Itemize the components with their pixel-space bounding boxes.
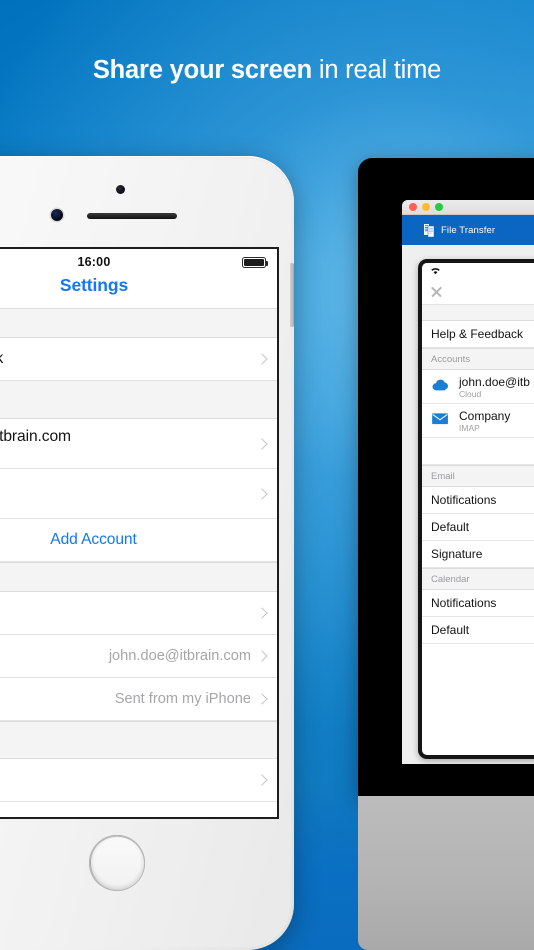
mirror-item-email-default[interactable]: Default: [422, 514, 534, 541]
mirror-account-type: Cloud: [459, 388, 482, 399]
section-header-accounts: nts: [0, 381, 277, 419]
account-type: Cloud: [0, 447, 71, 460]
zoom-window-button[interactable]: [435, 203, 443, 211]
chevron-right-icon: [256, 353, 268, 365]
mirror-account-name: Company: [459, 408, 511, 423]
page-title: Share your screen in real time: [0, 56, 534, 85]
mirrored-phone-screen: S Help & Feedback Accounts: [418, 259, 534, 759]
list-item-calendar-default[interactable]: ult: [0, 802, 277, 819]
iphone-screen: 16:00 Settings & Feedback nts john.doe@i…: [0, 247, 279, 819]
chevron-right-icon: [256, 607, 268, 619]
window-title: File Transfer: [441, 224, 496, 236]
proximity-sensor-icon: [51, 209, 63, 221]
chevron-right-icon: [256, 650, 268, 662]
account-email: john.doe@itbrain.com: [0, 427, 71, 445]
iphone-body: 16:00 Settings & Feedback nts john.doe@i…: [0, 159, 294, 947]
list-item-email-notifications[interactable]: cations: [0, 592, 277, 635]
mirror-item-email-notifications[interactable]: Notifications: [422, 487, 534, 514]
mirror-item-label: Default: [431, 623, 470, 637]
earpiece-speaker: [87, 213, 177, 219]
mirror-item-account-company[interactable]: Company IMAP: [422, 404, 534, 438]
chevron-right-icon: [256, 487, 268, 500]
mirror-section-gap: [422, 305, 534, 321]
envelope-icon: [431, 412, 451, 429]
headline-bold: Share your screen: [92, 56, 312, 84]
mirror-item-calendar-default[interactable]: Default: [422, 617, 534, 644]
status-bar: 16:00: [0, 249, 277, 275]
mirror-section-label: Email: [431, 470, 455, 482]
mirror-item-email-signature[interactable]: Signature: [422, 541, 534, 568]
list-item-value: john.doe@itbrain.com: [108, 648, 251, 664]
headline-light: in real time: [311, 56, 442, 84]
window-header: File Transfer: [402, 215, 534, 245]
section-gap: [0, 308, 277, 338]
chevron-right-icon: [256, 437, 268, 450]
front-camera-icon: [116, 185, 125, 194]
wifi-icon: [430, 263, 441, 280]
screen-title: Settings: [59, 275, 129, 295]
mirror-section-header-calendar: Calendar: [422, 568, 534, 590]
iphone-device: 16:00 Settings & Feedback nts john.doe@i…: [0, 156, 294, 950]
mirror-navigation-bar: S: [422, 279, 534, 305]
mirror-item-account-cloud[interactable]: john.doe@itb Cloud: [422, 370, 534, 404]
mirror-section-header-email: Email: [422, 465, 534, 487]
add-account-button[interactable]: Add Account: [0, 519, 277, 562]
mirror-section-label: Accounts: [431, 353, 471, 365]
mirror-account-email: john.doe@itb: [459, 374, 530, 389]
navigation-bar: Settings: [0, 275, 277, 308]
mirror-item-label: Notifications: [431, 493, 497, 507]
chevron-right-icon: [256, 693, 268, 705]
mirror-item-calendar-notifications[interactable]: Notifications: [422, 590, 534, 617]
mirror-item-label: Signature: [431, 547, 483, 561]
chevron-right-icon: [256, 774, 268, 786]
laptop-device: File Transfer S: [358, 158, 534, 950]
home-button[interactable]: [89, 835, 145, 891]
battery-icon: [242, 257, 269, 268]
minimize-window-button[interactable]: [422, 203, 430, 211]
list-item-email-default[interactable]: ult john.doe@itbrain.com: [0, 635, 277, 678]
chevron-right-icon: [256, 817, 267, 819]
list-item-help-feedback[interactable]: & Feedback: [0, 338, 277, 381]
laptop-bezel: File Transfer S: [358, 158, 534, 796]
close-window-button[interactable]: [409, 203, 417, 211]
close-icon[interactable]: [430, 285, 443, 298]
cloud-icon: [431, 378, 451, 395]
power-button[interactable]: [290, 263, 294, 327]
window-titlebar: [402, 200, 534, 215]
window-body: S Help & Feedback Accounts: [402, 245, 534, 764]
mirror-section-label: Calendar: [431, 573, 470, 585]
mirror-add-account-button[interactable]: Ad: [422, 438, 534, 465]
list-item-value: Sent from my iPhone: [114, 691, 251, 707]
list-item-calendar-notifications[interactable]: cations: [0, 759, 277, 802]
list-item-label: & Feedback: [0, 350, 3, 368]
mirror-item-label: Default: [431, 520, 470, 534]
section-gap: [0, 562, 277, 592]
document-transfer-icon: [424, 223, 436, 237]
mirror-item-label: Notifications: [431, 596, 497, 610]
file-transfer-window: File Transfer S: [402, 200, 534, 764]
section-header-calendar: dar: [0, 721, 277, 759]
mirror-section-header-accounts: Accounts: [422, 348, 534, 370]
mirror-account-type: IMAP: [459, 422, 480, 433]
list-item-account-cloud[interactable]: john.doe@itbrain.com Cloud: [0, 419, 277, 469]
list-item-email-signature[interactable]: ture Sent from my iPhone: [0, 678, 277, 721]
mirror-status-bar: [422, 263, 534, 279]
mirror-item-label: Help & Feedback: [431, 327, 524, 341]
list-item-account-company[interactable]: Company IMAP: [0, 469, 277, 519]
mirror-item-help-feedback[interactable]: Help & Feedback: [422, 321, 534, 348]
laptop-base: [358, 796, 534, 950]
status-clock: 16:00: [77, 255, 111, 269]
add-account-label: Add Account: [50, 531, 137, 548]
settings-list: & Feedback nts john.doe@itbrain.com Clou…: [0, 308, 277, 819]
